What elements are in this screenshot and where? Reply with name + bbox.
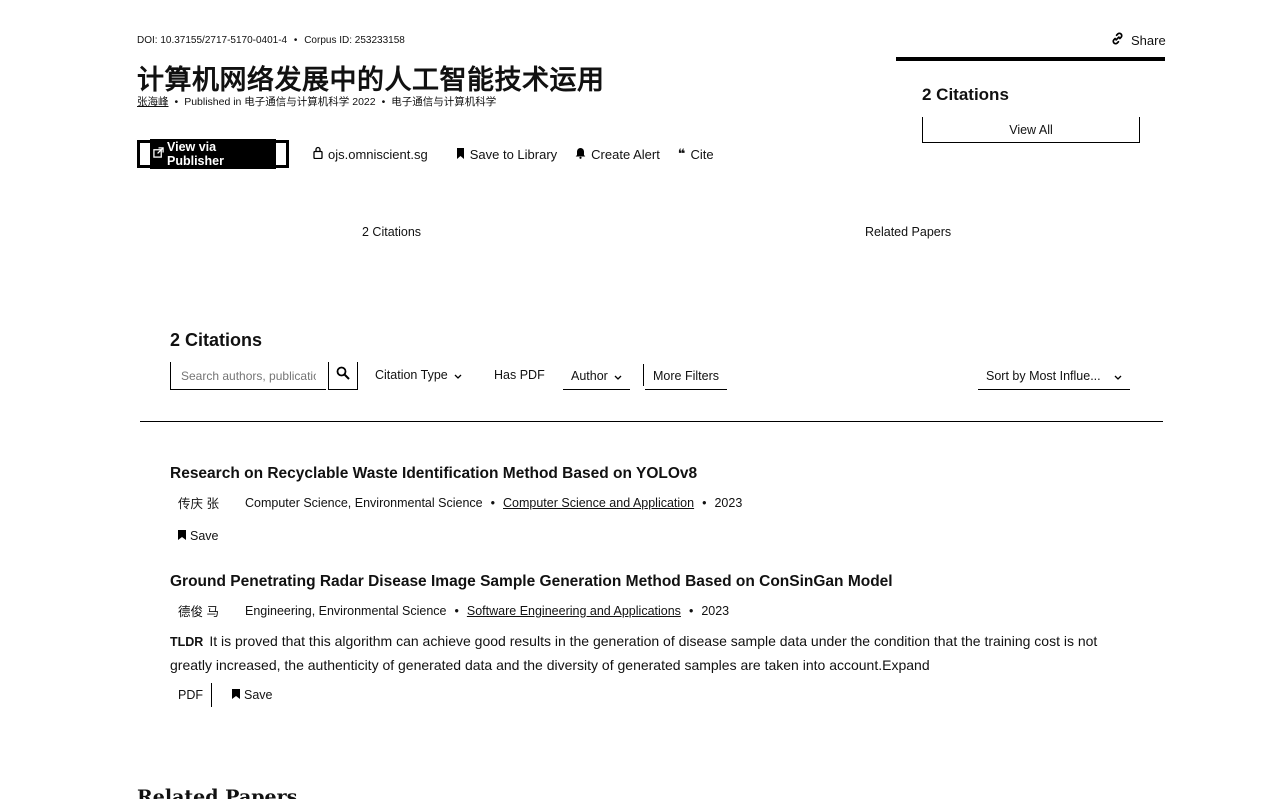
cite-button[interactable]: ❝ Cite [678, 146, 714, 162]
citation-type-filter[interactable]: Citation Type [375, 368, 462, 382]
paper-2-venue[interactable]: Software Engineering and Applications [467, 604, 681, 618]
bell-icon [575, 147, 586, 162]
expand-link[interactable]: Expand [882, 657, 929, 673]
create-alert-button[interactable]: Create Alert [575, 147, 660, 162]
more-filters-label: More Filters [653, 368, 719, 383]
chevron-down-icon [1114, 369, 1122, 383]
tab-related-papers[interactable]: Related Papers [865, 225, 951, 239]
paper-2-fields: Engineering, Environmental Science [244, 603, 447, 618]
view-via-publisher-inner: View via Publisher [150, 139, 276, 169]
paper-1-author[interactable]: 传庆 张 [178, 493, 219, 512]
search-input[interactable] [170, 362, 326, 390]
paper-2-tldr: TLDR It is proved that this algorithm can… [170, 630, 1140, 677]
paper-2-meta: 德俊 马 Engineering, Environmental Science … [178, 601, 729, 620]
paper-2-save-label: Save [244, 688, 273, 702]
action-bar: View via Publisher ojs.omniscient.sg Sav… [137, 139, 714, 169]
search-icon [336, 366, 350, 385]
paper-2-year: 2023 [701, 603, 730, 618]
chevron-down-icon [454, 368, 462, 382]
journal-name: 电子通信与计算机科学 [391, 96, 497, 108]
more-filters-button[interactable]: More Filters [645, 362, 727, 390]
search-button[interactable] [328, 362, 358, 390]
source-label: ojs.omniscient.sg [328, 146, 428, 162]
tab-citations[interactable]: 2 Citations [362, 225, 421, 239]
paper-1-meta: 传庆 张 Computer Science, Environmental Sci… [178, 493, 742, 512]
view-all-button[interactable]: View All [922, 117, 1140, 143]
paper-2-save-button[interactable]: Save [232, 688, 273, 702]
view-via-publisher-button[interactable]: View via Publisher [137, 139, 289, 169]
has-pdf-label: Has PDF [494, 368, 545, 382]
tldr-text: It is proved that this algorithm can ach… [170, 633, 1098, 673]
link-icon [1110, 31, 1125, 49]
paper-1-venue[interactable]: Computer Science and Application [503, 496, 694, 510]
source-link[interactable]: ojs.omniscient.sg [313, 146, 428, 162]
paper-2-pdf-button[interactable]: PDF [170, 683, 212, 707]
sort-select[interactable]: Sort by Most Influe... [978, 362, 1130, 390]
sort-label: Sort by Most Influe... [986, 368, 1101, 383]
separator-dot: • [490, 495, 495, 510]
separator-dot: • [293, 35, 298, 46]
citations-card: 2 Citations View All [896, 57, 1165, 143]
author-filter-label: Author [571, 368, 608, 383]
paper-1-fields: Computer Science, Environmental Science [244, 495, 483, 510]
related-papers-heading: Related Papers [137, 786, 298, 799]
separator-dot: • [688, 603, 694, 618]
paper-meta: 张海峰 • Published in 电子通信与计算机科学 2022 • 电子通… [137, 94, 496, 109]
separator-dot: • [454, 603, 459, 618]
paper-1-save-button[interactable]: Save [178, 529, 219, 543]
published-in-text: Published in 电子通信与计算机科学 2022 [184, 96, 376, 108]
separator-dot: • [174, 95, 179, 108]
tldr-badge: TLDR [170, 635, 204, 649]
quote-icon: ❝ [677, 146, 686, 161]
citations-section-heading: 2 Citations [170, 330, 263, 350]
paper-1-year: 2023 [714, 495, 743, 510]
doi-text: DOI: 10.37155/2717-5170-0401-4 [137, 35, 288, 46]
share-button[interactable]: Share [1110, 31, 1166, 49]
external-link-icon [153, 147, 164, 161]
paper-1-title[interactable]: Research on Recyclable Waste Identificat… [170, 465, 697, 483]
bookmark-icon [232, 688, 240, 702]
paper-title: 计算机网络发展中的人工智能技术运用 [137, 65, 605, 96]
save-to-library-button[interactable]: Save to Library [456, 147, 557, 162]
cite-label: Cite [690, 146, 714, 162]
separator-dot: • [702, 495, 707, 510]
separator-dot: • [381, 95, 386, 108]
view-via-publisher-label: View via Publisher [167, 140, 224, 168]
bookmark-icon [178, 529, 186, 543]
paper-2-author[interactable]: 德俊 马 [178, 601, 219, 620]
citations-card-heading: 2 Citations [922, 85, 1009, 104]
paper-1-save-label: Save [190, 529, 219, 543]
citation-type-label: Citation Type [375, 368, 448, 382]
bookmark-icon [456, 147, 465, 162]
share-label: Share [1131, 32, 1166, 48]
create-alert-label: Create Alert [591, 146, 660, 162]
author-filter[interactable]: Author [563, 362, 630, 390]
section-divider [140, 421, 1163, 422]
lock-icon [313, 146, 323, 162]
paper-identifiers: DOI: 10.37155/2717-5170-0401-4 • Corpus … [137, 35, 405, 46]
filter-divider [643, 364, 644, 386]
paper-2-title[interactable]: Ground Penetrating Radar Disease Image S… [170, 573, 893, 591]
filter-bar: Citation Type Has PDF Author More Filter… [170, 362, 1130, 392]
corpus-id-text: Corpus ID: 253233158 [304, 35, 405, 46]
author-link[interactable]: 张海峰 [137, 94, 169, 109]
save-to-library-label: Save to Library [469, 146, 558, 162]
has-pdf-filter[interactable]: Has PDF [494, 368, 545, 382]
chevron-down-icon [614, 369, 622, 383]
